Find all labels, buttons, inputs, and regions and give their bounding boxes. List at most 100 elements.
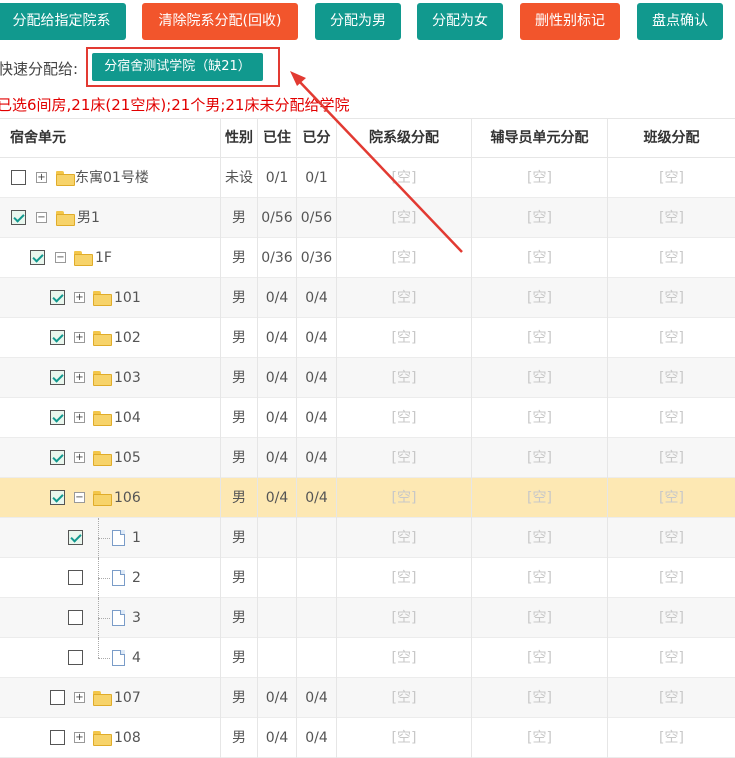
tree-node-label[interactable]: 男1 <box>77 198 100 238</box>
expand-icon[interactable]: + <box>74 692 85 703</box>
table-row[interactable]: −106 男 0/4 0/4 [空] [空] [空] <box>0 478 735 518</box>
table-row[interactable]: +107 男 0/4 0/4 [空] [空] [空] <box>0 678 735 718</box>
row-checkbox[interactable] <box>68 530 83 545</box>
dept-assign-cell[interactable]: [空] <box>337 398 472 438</box>
class-assign-cell[interactable]: [空] <box>608 278 735 318</box>
row-checkbox[interactable] <box>11 210 26 225</box>
tree-node-label[interactable]: 101 <box>114 278 141 318</box>
tree-node-label[interactable]: 107 <box>114 678 141 718</box>
counselor-assign-cell[interactable]: [空] <box>472 478 608 518</box>
table-row[interactable]: − 男1 男 0/56 0/56 [空] [空] [空] <box>0 198 735 238</box>
dept-assign-cell[interactable]: [空] <box>337 518 472 558</box>
class-assign-cell[interactable]: [空] <box>608 558 735 598</box>
counselor-assign-cell[interactable]: [空] <box>472 638 608 678</box>
class-assign-cell[interactable]: [空] <box>608 238 735 278</box>
table-row[interactable]: 4 男 [空] [空] [空] <box>0 638 735 678</box>
tree-node-label[interactable]: 1F <box>95 238 112 278</box>
counselor-assign-cell[interactable]: [空] <box>472 278 608 318</box>
counselor-assign-cell[interactable]: [空] <box>472 158 608 198</box>
counselor-assign-cell[interactable]: [空] <box>472 598 608 638</box>
class-assign-cell[interactable]: [空] <box>608 718 735 758</box>
table-row[interactable]: 1 男 [空] [空] [空] <box>0 518 735 558</box>
table-row[interactable]: 2 男 [空] [空] [空] <box>0 558 735 598</box>
expand-icon[interactable]: + <box>74 412 85 423</box>
dept-assign-cell[interactable]: [空] <box>337 598 472 638</box>
counselor-assign-cell[interactable]: [空] <box>472 238 608 278</box>
counselor-assign-cell[interactable]: [空] <box>472 198 608 238</box>
counselor-assign-cell[interactable]: [空] <box>472 318 608 358</box>
class-assign-cell[interactable]: [空] <box>608 198 735 238</box>
table-row[interactable]: 3 男 [空] [空] [空] <box>0 598 735 638</box>
inventory-confirm-button[interactable]: 盘点确认 <box>637 3 723 40</box>
expand-icon[interactable]: + <box>74 332 85 343</box>
tree-node-label[interactable]: 104 <box>114 398 141 438</box>
assign-female-button[interactable]: 分配为女 <box>417 3 503 40</box>
assign-male-button[interactable]: 分配为男 <box>315 3 401 40</box>
dept-assign-cell[interactable]: [空] <box>337 198 472 238</box>
class-assign-cell[interactable]: [空] <box>608 598 735 638</box>
table-row[interactable]: +108 男 0/4 0/4 [空] [空] [空] <box>0 718 735 758</box>
table-row[interactable]: + 东寓01号楼 未设 0/1 0/1 [空] [空] [空] <box>0 158 735 198</box>
row-checkbox[interactable] <box>68 610 83 625</box>
tree-node-label[interactable]: 102 <box>114 318 141 358</box>
row-checkbox[interactable] <box>50 690 65 705</box>
dept-assign-cell[interactable]: [空] <box>337 638 472 678</box>
counselor-assign-cell[interactable]: [空] <box>472 558 608 598</box>
class-assign-cell[interactable]: [空] <box>608 398 735 438</box>
dept-assign-cell[interactable]: [空] <box>337 158 472 198</box>
dept-assign-cell[interactable]: [空] <box>337 358 472 398</box>
counselor-assign-cell[interactable]: [空] <box>472 518 608 558</box>
class-assign-cell[interactable]: [空] <box>608 638 735 678</box>
class-assign-cell[interactable]: [空] <box>608 158 735 198</box>
tree-node-label[interactable]: 106 <box>114 478 141 518</box>
column-class[interactable]: 班级分配 <box>608 119 735 159</box>
row-checkbox[interactable] <box>50 290 65 305</box>
counselor-assign-cell[interactable]: [空] <box>472 678 608 718</box>
dept-assign-cell[interactable]: [空] <box>337 438 472 478</box>
tree-node-label[interactable]: 2 <box>132 558 141 598</box>
expand-icon[interactable]: + <box>74 372 85 383</box>
class-assign-cell[interactable]: [空] <box>608 318 735 358</box>
expand-icon[interactable]: + <box>74 732 85 743</box>
row-checkbox[interactable] <box>50 410 65 425</box>
row-checkbox[interactable] <box>68 650 83 665</box>
column-occupied[interactable]: 已住 <box>258 119 297 159</box>
tree-node-label[interactable]: 3 <box>132 598 141 638</box>
class-assign-cell[interactable]: [空] <box>608 478 735 518</box>
counselor-assign-cell[interactable]: [空] <box>472 358 608 398</box>
dept-assign-cell[interactable]: [空] <box>337 278 472 318</box>
tree-node-label[interactable]: 105 <box>114 438 141 478</box>
class-assign-cell[interactable]: [空] <box>608 518 735 558</box>
clear-assignment-button[interactable]: 清除院系分配(回收) <box>142 3 298 40</box>
counselor-assign-cell[interactable]: [空] <box>472 718 608 758</box>
row-checkbox[interactable] <box>68 570 83 585</box>
delete-gender-mark-button[interactable]: 删性别标记 <box>520 3 620 40</box>
table-row[interactable]: +104 男 0/4 0/4 [空] [空] [空] <box>0 398 735 438</box>
row-checkbox[interactable] <box>11 170 26 185</box>
expand-icon[interactable]: + <box>36 172 47 183</box>
dept-assign-cell[interactable]: [空] <box>337 718 472 758</box>
table-row[interactable]: +103 男 0/4 0/4 [空] [空] [空] <box>0 358 735 398</box>
row-checkbox[interactable] <box>30 250 45 265</box>
table-row[interactable]: +105 男 0/4 0/4 [空] [空] [空] <box>0 438 735 478</box>
column-gender[interactable]: 性别 <box>221 119 258 159</box>
dept-assign-cell[interactable]: [空] <box>337 678 472 718</box>
tree-node-label[interactable]: 103 <box>114 358 141 398</box>
collapse-icon[interactable]: − <box>74 492 85 503</box>
table-row[interactable]: +101 男 0/4 0/4 [空] [空] [空] <box>0 278 735 318</box>
counselor-assign-cell[interactable]: [空] <box>472 398 608 438</box>
dept-assign-cell[interactable]: [空] <box>337 238 472 278</box>
row-checkbox[interactable] <box>50 330 65 345</box>
row-checkbox[interactable] <box>50 730 65 745</box>
collapse-icon[interactable]: − <box>55 252 66 263</box>
column-dept[interactable]: 院系级分配 <box>337 119 472 159</box>
quick-assign-college-button[interactable]: 分宿舍测试学院（缺21） <box>92 53 263 81</box>
dept-assign-cell[interactable]: [空] <box>337 558 472 598</box>
class-assign-cell[interactable]: [空] <box>608 358 735 398</box>
assign-to-college-button[interactable]: 分配给指定院系 <box>0 3 126 40</box>
dept-assign-cell[interactable]: [空] <box>337 318 472 358</box>
row-checkbox[interactable] <box>50 450 65 465</box>
class-assign-cell[interactable]: [空] <box>608 438 735 478</box>
tree-node-label[interactable]: 东寓01号楼 <box>75 158 149 198</box>
table-row[interactable]: −1F 男 0/36 0/36 [空] [空] [空] <box>0 238 735 278</box>
